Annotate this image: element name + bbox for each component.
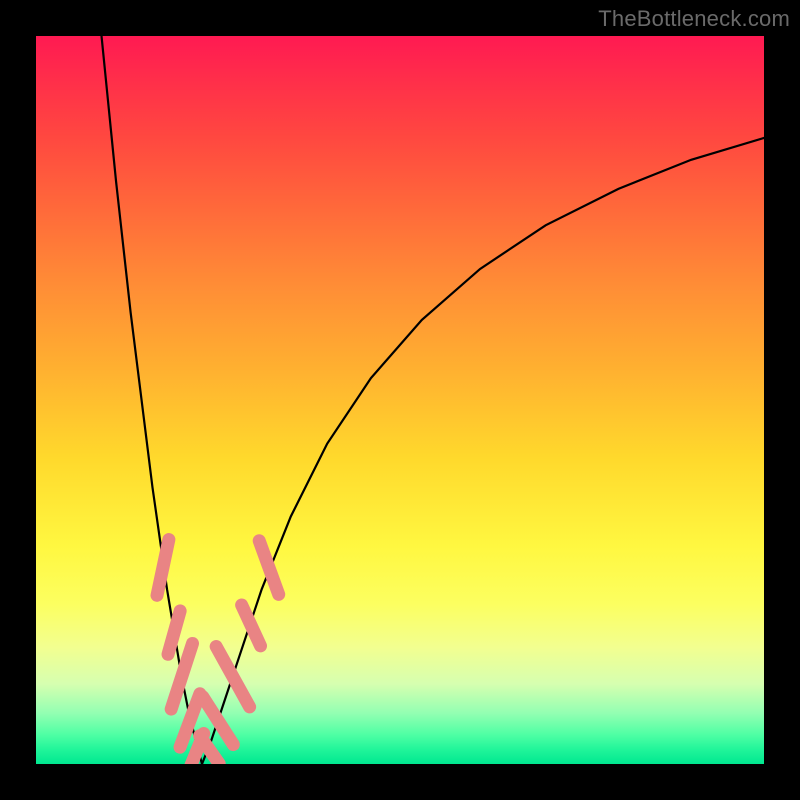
bottleneck-curve (36, 36, 764, 764)
plot-area (36, 36, 764, 764)
chart-frame: TheBottleneck.com (0, 0, 800, 800)
watermark-text: TheBottleneck.com (598, 6, 790, 32)
